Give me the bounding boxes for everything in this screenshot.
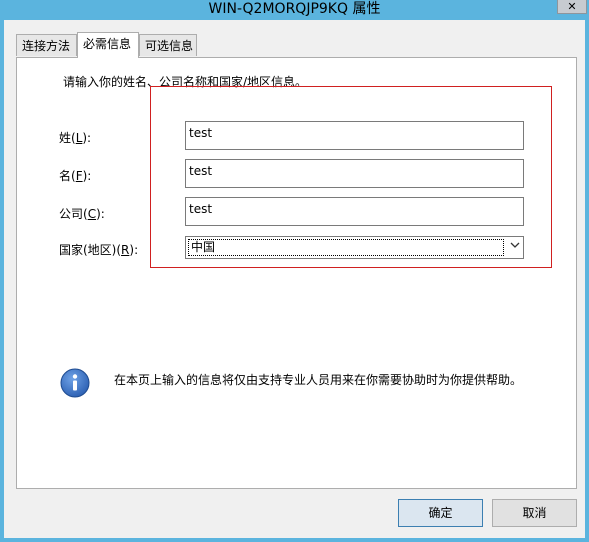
cancel-button[interactable]: 取消: [492, 499, 577, 527]
window-title: WIN-Q2MORQJP9KQ 属性: [208, 1, 381, 17]
last-name-field[interactable]: test: [185, 121, 524, 150]
ok-button[interactable]: 确定: [398, 499, 483, 527]
country-selected-value: 中国: [188, 239, 504, 256]
first-name-label: 名(F):: [59, 169, 92, 183]
info-message: 在本页上输入的信息将仅由支持专业人员用来在你需要协助时为你提供帮助。: [114, 373, 523, 387]
info-icon: [60, 368, 90, 398]
close-icon: ✕: [567, 0, 577, 13]
company-field[interactable]: test: [185, 197, 524, 226]
first-name-field[interactable]: test: [185, 159, 524, 188]
company-label: 公司(C):: [59, 207, 105, 221]
country-label: 国家(地区)(R):: [59, 243, 139, 257]
tab-optional-info[interactable]: 可选信息: [139, 34, 197, 56]
last-name-label: 姓(L):: [59, 131, 92, 145]
close-button[interactable]: ✕: [557, 0, 587, 14]
tab-connection-method[interactable]: 连接方法: [16, 34, 77, 56]
tab-required-info[interactable]: 必需信息: [77, 32, 139, 58]
country-select[interactable]: 中国: [185, 236, 524, 259]
chevron-down-icon[interactable]: [510, 240, 520, 253]
